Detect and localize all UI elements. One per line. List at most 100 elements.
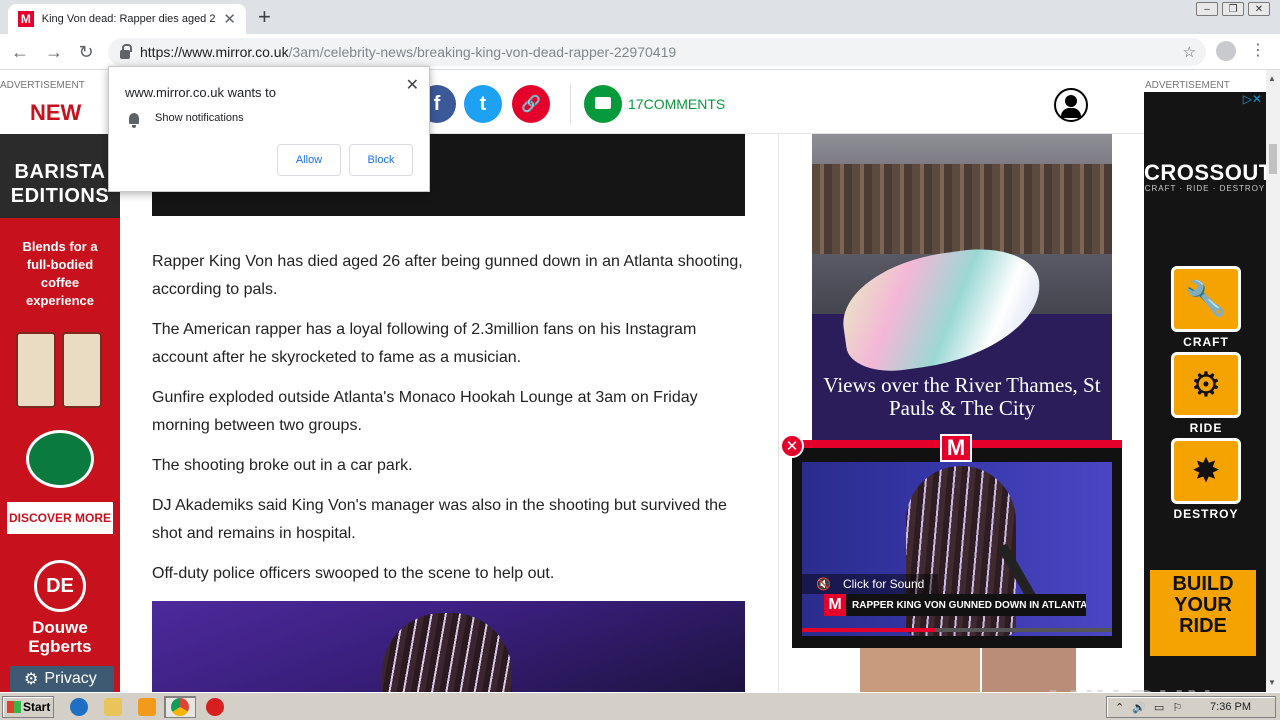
ad-new-text: NEW bbox=[30, 100, 82, 125]
bell-icon bbox=[129, 113, 139, 128]
ad-barista-text: BARISTA EDITIONS bbox=[10, 161, 110, 207]
scroll-up-icon[interactable]: ▲ bbox=[1268, 74, 1276, 83]
share-divider bbox=[570, 84, 571, 124]
video-mirror-logo: M bbox=[940, 434, 972, 462]
tab-title: King Von dead: Rapper dies aged 26 bbox=[41, 13, 216, 25]
comments-link[interactable]: 17 COMMENTS bbox=[584, 85, 725, 123]
ride-label: RIDE bbox=[1189, 421, 1223, 435]
article-paragraph: Off-duty police officers swooped to the … bbox=[152, 565, 555, 582]
browser-tab[interactable]: M King Von dead: Rapper dies aged 26 ✕ bbox=[8, 4, 246, 34]
media-player-icon[interactable] bbox=[138, 698, 156, 716]
close-window-button[interactable]: ✕ bbox=[1248, 2, 1270, 16]
thames-ad-headline: Views over the River Thames, St Pauls & … bbox=[823, 373, 1101, 420]
video-frame[interactable]: 🔇 Click for Sound M RAPPER KING VON GUNN… bbox=[802, 462, 1112, 636]
video-progress-bar[interactable] bbox=[802, 628, 1112, 632]
chrome-icon bbox=[171, 698, 189, 716]
article-photo-subject bbox=[382, 613, 512, 692]
browser-toolbar: ← → ↻ https://www.mirror.co.uk/3am/celeb… bbox=[0, 34, 1280, 70]
explosion-icon: ✸ bbox=[1171, 438, 1241, 504]
gear-icon: ⚙ bbox=[24, 671, 39, 688]
article-paragraph: The shooting broke out in a car park. bbox=[152, 457, 413, 474]
block-button[interactable]: Block bbox=[349, 144, 413, 176]
destroy-label: DESTROY bbox=[1173, 507, 1239, 521]
wheel-icon: ⚙ bbox=[1171, 352, 1241, 418]
video-close-icon[interactable]: ✕ bbox=[780, 434, 804, 458]
copy-link-icon[interactable]: 🔗 bbox=[512, 85, 550, 123]
allow-button[interactable]: Allow bbox=[277, 144, 341, 176]
minimize-button[interactable]: – bbox=[1196, 2, 1218, 16]
omnibox-icons: ☆ bbox=[1183, 43, 1196, 61]
windows-flag-icon bbox=[7, 701, 21, 713]
discover-more-button[interactable]: DISCOVER MORE bbox=[7, 502, 113, 534]
video-caption: M RAPPER KING VON GUNNED DOWN IN ATLANTA… bbox=[824, 594, 1086, 616]
new-tab-button[interactable]: + bbox=[258, 4, 271, 30]
dialog-site-text: www.mirror.co.uk wants to bbox=[125, 85, 276, 100]
click-for-sound-button[interactable]: 🔇 Click for Sound bbox=[802, 574, 938, 594]
craft-label: CRAFT bbox=[1183, 335, 1229, 349]
click-for-sound-label: Click for Sound bbox=[842, 577, 925, 591]
mirror-favicon-icon: M bbox=[18, 11, 34, 27]
privacy-button[interactable]: ⚙ Privacy bbox=[10, 666, 114, 692]
article-body: Rapper King Von has died aged 26 after b… bbox=[152, 248, 752, 600]
video-headline: RAPPER KING VON GUNNED DOWN IN ATLANTA S… bbox=[846, 594, 1086, 616]
ad-brand-text: Douwe Egberts bbox=[28, 618, 92, 656]
destroy-item: ✸ DESTROY bbox=[1171, 438, 1241, 521]
right-ad-label: ADVERTISEMENT bbox=[1145, 80, 1230, 91]
start-button[interactable]: Start bbox=[2, 696, 54, 718]
back-button[interactable]: ← bbox=[8, 40, 32, 64]
tray-arrow-icon[interactable]: ⌃ bbox=[1115, 701, 1124, 714]
left-ad-label: ADVERTISEMENT bbox=[0, 80, 85, 91]
ad-blends-text: Blends for a full-bodied coffee experien… bbox=[22, 239, 98, 308]
thames-ad[interactable]: Views over the River Thames, St Pauls & … bbox=[812, 134, 1112, 454]
article-paragraph: The American rapper has a loyal followin… bbox=[152, 321, 697, 366]
network-icon[interactable]: ▭ bbox=[1154, 701, 1164, 714]
scroll-down-icon[interactable]: ▼ bbox=[1268, 678, 1276, 687]
article-paragraph: Gunfire exploded outside Atlanta's Monac… bbox=[152, 389, 698, 434]
folder-icon[interactable] bbox=[104, 698, 122, 716]
rainforest-alliance-icon bbox=[26, 430, 94, 488]
url-path: /3am/celebrity-news/breaking-king-von-de… bbox=[288, 44, 677, 60]
dialog-message: Show notifications bbox=[155, 112, 244, 124]
video-progress-fill bbox=[802, 628, 936, 632]
volume-icon[interactable]: 🔊 bbox=[1132, 701, 1146, 714]
article-paragraph: Rapper King Von has died aged 26 after b… bbox=[152, 253, 743, 298]
tab-close-icon[interactable]: ✕ bbox=[223, 10, 236, 28]
crossout-ad[interactable]: ▷✕ CROSSOUT CRAFT · RIDE · DESTROY 🔧 CRA… bbox=[1144, 92, 1266, 692]
build-your-ride-button[interactable]: BUILD YOUR RIDE bbox=[1150, 570, 1256, 656]
coffee-bags-image bbox=[16, 332, 104, 410]
internet-explorer-icon[interactable] bbox=[70, 698, 88, 716]
article-paragraph: DJ Akademiks said King Von's manager was… bbox=[152, 497, 727, 542]
anyrun-watermark: ANY.RUN bbox=[1040, 682, 1214, 692]
windows-taskbar: Start ⌃ 🔊 ▭ ⚐ 7:36 PM bbox=[0, 692, 1280, 720]
chrome-taskbar-button[interactable] bbox=[164, 696, 196, 718]
privacy-label: Privacy bbox=[44, 670, 97, 687]
mute-icon: 🔇 bbox=[816, 577, 831, 591]
coffee-bag bbox=[62, 332, 102, 408]
address-bar[interactable]: https://www.mirror.co.uk/3am/celebrity-n… bbox=[108, 38, 1206, 66]
restore-button[interactable]: ❐ bbox=[1222, 2, 1244, 16]
bookmark-star-icon[interactable]: ☆ bbox=[1183, 43, 1196, 61]
ride-item: ⚙ RIDE bbox=[1171, 352, 1241, 435]
browser-menu-icon[interactable]: ⋮ bbox=[1250, 40, 1266, 60]
lock-icon[interactable] bbox=[120, 43, 132, 59]
de-logo-icon: DE bbox=[34, 560, 86, 612]
clock[interactable]: 7:36 PM bbox=[1210, 701, 1251, 713]
page-scrollbar[interactable]: ▲ ▼ bbox=[1266, 70, 1280, 692]
crossout-logo: CROSSOUT bbox=[1144, 160, 1266, 185]
flag-tray-icon[interactable]: ⚐ bbox=[1172, 701, 1182, 714]
start-label: Start bbox=[23, 700, 51, 714]
user-account-icon[interactable] bbox=[1054, 88, 1088, 122]
adchoices-icon[interactable]: ▷✕ bbox=[1243, 92, 1262, 106]
profile-avatar[interactable] bbox=[1216, 41, 1236, 61]
stop-app-icon[interactable] bbox=[206, 698, 224, 716]
reload-button[interactable]: ↻ bbox=[74, 40, 98, 64]
crossout-tagline: CRAFT · RIDE · DESTROY bbox=[1144, 184, 1266, 193]
caption-logo: M bbox=[824, 594, 846, 616]
coffee-bag bbox=[16, 332, 56, 408]
twitter-share-icon[interactable]: t bbox=[464, 85, 502, 123]
column-divider bbox=[778, 134, 779, 692]
dialog-close-icon[interactable]: ✕ bbox=[406, 75, 419, 95]
scrollbar-thumb[interactable] bbox=[1269, 144, 1277, 174]
douwe-egberts-ad[interactable]: NEW BARISTA EDITIONS Blends for a full-b… bbox=[0, 92, 120, 692]
forward-button[interactable]: → bbox=[42, 40, 66, 64]
